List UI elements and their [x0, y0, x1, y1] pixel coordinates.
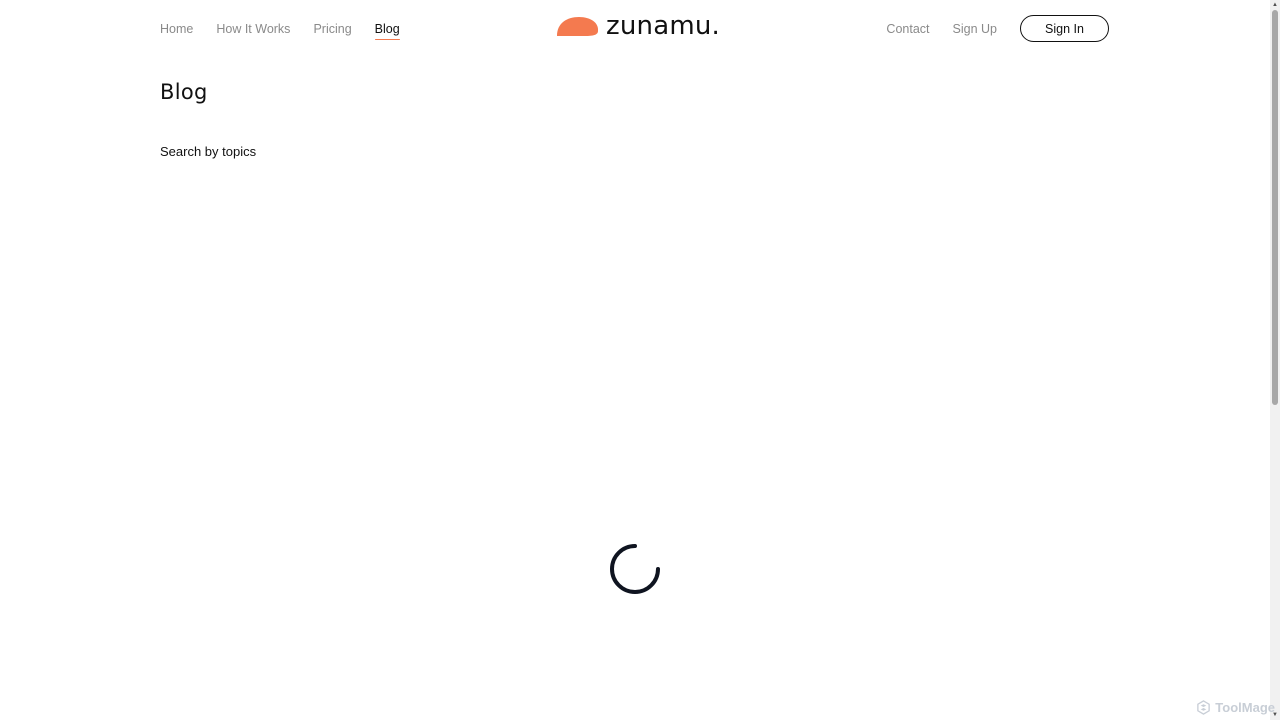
sign-in-button[interactable]: Sign In	[1020, 15, 1109, 42]
account-nav: Contact Sign Up Sign In	[886, 15, 1109, 42]
nav-home-link[interactable]: Home	[160, 21, 193, 37]
spinner-icon	[610, 544, 660, 594]
scroll-up-arrow-icon[interactable]: ▲	[1271, 1, 1279, 9]
nav-contact-link[interactable]: Contact	[886, 21, 929, 37]
nav-pricing-link[interactable]: Pricing	[313, 21, 351, 37]
watermark: ToolMage	[1196, 700, 1275, 715]
search-by-topics-label: Search by topics	[160, 144, 257, 159]
toolmage-logo-icon	[1197, 700, 1211, 715]
nav-sign-up-link[interactable]: Sign Up	[953, 21, 997, 37]
scrollbar-thumb[interactable]	[1272, 10, 1278, 405]
watermark-text: ToolMage	[1215, 700, 1275, 715]
nav-how-it-works-link[interactable]: How It Works	[216, 21, 290, 37]
nav-blog-link[interactable]: Blog	[374, 21, 400, 40]
page: Home How It Works Pricing Blog zunamu. C…	[0, 0, 1280, 720]
primary-nav: Home How It Works Pricing Blog	[160, 21, 400, 40]
site-logo[interactable]: zunamu.	[555, 12, 720, 40]
site-header: Home How It Works Pricing Blog zunamu. C…	[0, 0, 1270, 58]
logo-wordmark: zunamu.	[606, 11, 721, 41]
page-title: Blog	[160, 80, 208, 104]
logo-mark-icon	[557, 17, 599, 36]
vertical-scrollbar[interactable]: ▲ ▼	[1270, 0, 1280, 720]
